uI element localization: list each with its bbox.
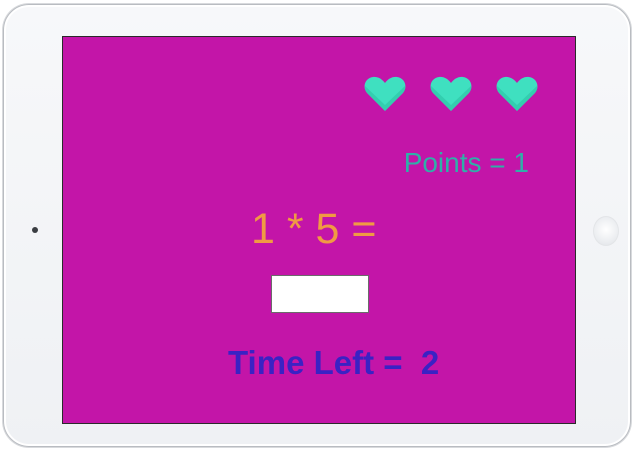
heart-icon xyxy=(364,76,406,111)
math-question: 1 * 5 = xyxy=(251,205,377,253)
time-left-display: Time Left = 2 xyxy=(228,344,440,381)
answer-input[interactable] xyxy=(271,275,369,313)
home-button[interactable] xyxy=(593,216,619,246)
heart-icon xyxy=(430,76,472,111)
points-display: Points = 1 xyxy=(403,147,529,178)
game-screen: Points = 1 1 * 5 = Time Left = 2 xyxy=(62,36,576,424)
front-camera xyxy=(32,227,38,233)
lives-display xyxy=(363,75,539,113)
tablet-frame: Points = 1 1 * 5 = Time Left = 2 xyxy=(3,4,631,447)
heart-icon xyxy=(496,76,538,111)
